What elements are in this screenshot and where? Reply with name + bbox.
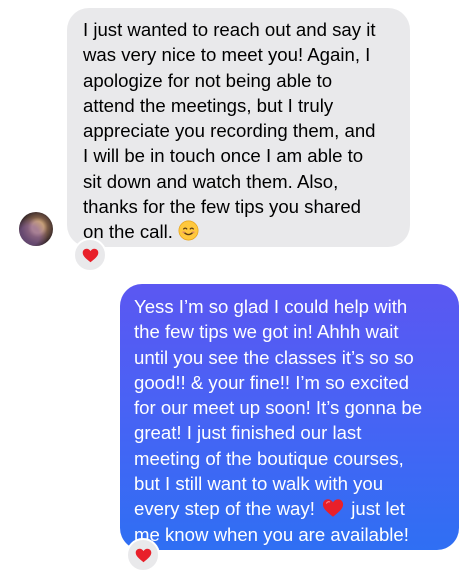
- message-line: I will be in touch once I am able to: [83, 145, 364, 167]
- message-line: Yess I’m so glad I could help with: [134, 296, 408, 317]
- message-line: thanks for the few tips you shared: [83, 196, 362, 218]
- message-line: I just wanted to reach out and say it: [83, 19, 376, 40]
- avatar-photo: [19, 212, 53, 246]
- sent-message-bubble[interactable]: Yess I’m so glad I could help with the f…: [120, 284, 459, 550]
- message-line: me know when you are available!: [134, 523, 409, 545]
- heart-icon: [82, 248, 98, 262]
- heart-icon: [135, 548, 151, 562]
- red-heart-icon: [322, 499, 344, 518]
- contact-avatar[interactable]: [19, 212, 53, 246]
- message-line: good!! & your fine!! I’m so excited: [134, 371, 409, 393]
- message-line: apologize for not being able to: [83, 69, 333, 91]
- smiling-face-icon: [178, 220, 199, 241]
- message-line: appreciate you recording them, and: [83, 120, 376, 142]
- message-line: was very nice to meet you! Again, I: [83, 44, 371, 66]
- heart-reaction-badge[interactable]: [126, 538, 160, 572]
- received-message-bubble[interactable]: I just wanted to reach out and say it wa…: [67, 8, 410, 247]
- message-line: but I still want to walk with you: [134, 473, 384, 495]
- message-line: meeting of the boutique courses,: [134, 447, 404, 469]
- message-line: for our meet up soon! It’s gonna be: [134, 397, 423, 419]
- message-line: attend the meetings, but I truly: [83, 94, 334, 116]
- message-line: sit down and watch them. Also,: [83, 170, 339, 192]
- message-line: great! I just finished our last: [134, 422, 362, 444]
- message-line-last: on the call.: [83, 219, 396, 244]
- message-line-with-emoji: every step of the way! just let: [134, 496, 449, 521]
- message-line: the few tips we got in! Ahhh wait: [134, 321, 399, 343]
- message-text: every step of the way!: [134, 498, 315, 520]
- heart-reaction-badge[interactable]: [73, 238, 107, 272]
- message-text: just let: [351, 498, 405, 520]
- message-line: until you see the classes it’s so so: [134, 346, 414, 368]
